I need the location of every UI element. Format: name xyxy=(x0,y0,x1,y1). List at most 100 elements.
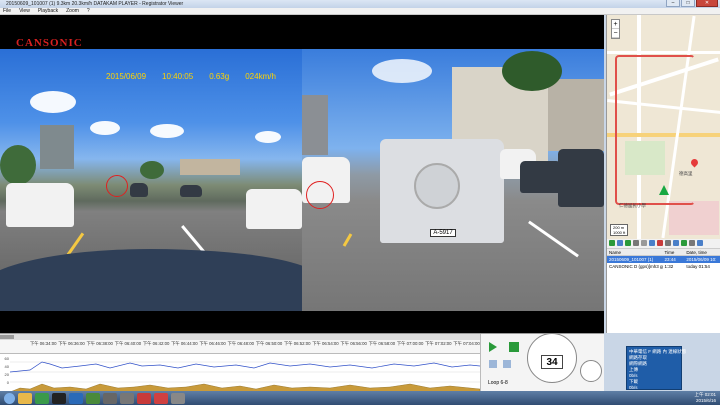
maximize-button[interactable]: □ xyxy=(681,0,695,7)
list-item[interactable]: 20150609_101007 (1) 23:44 2015/06/09 10: xyxy=(607,256,720,263)
overlay-gforce: 0.63g xyxy=(209,72,230,81)
refresh-icon[interactable] xyxy=(625,240,631,246)
menu-bar: File View Playback Zoom ? xyxy=(0,8,720,15)
menu-file[interactable]: File xyxy=(3,8,11,14)
dashboard xyxy=(0,249,302,311)
col-name[interactable]: Name xyxy=(607,249,663,255)
map-icon[interactable] xyxy=(673,240,679,246)
play-icon[interactable] xyxy=(489,342,497,352)
scroll-thumb[interactable] xyxy=(0,335,14,339)
time-tick: 下午 06:40:00 xyxy=(114,341,142,346)
cloud xyxy=(150,124,184,138)
item-date: 2015/06/09 10: xyxy=(686,257,717,262)
dark-car xyxy=(130,183,148,197)
scale-feet: 1000 ft xyxy=(613,230,626,235)
folder-icon[interactable] xyxy=(633,240,639,246)
time-tick: 下午 06:34:00 xyxy=(30,341,57,346)
system-clock[interactable]: 上午 02:01 2015/6/16 xyxy=(694,392,716,403)
map-panel[interactable]: + − 德高里 仁德國民小學 200 m 1000 ft xyxy=(606,15,720,239)
cloud xyxy=(255,131,281,143)
video-app-icon[interactable] xyxy=(154,392,168,404)
title-bar: 20150609_101007 (1) 9.3km 20.3km/h DATAK… xyxy=(0,0,720,8)
delete-icon[interactable] xyxy=(657,240,663,246)
timeline-ruler[interactable]: 下午 06:34:00 下午 06:36:00 下午 06:38:00 下午 06:4… xyxy=(0,334,480,354)
brand-logo: CANSONIC xyxy=(16,37,83,49)
item-date: today 01:54 xyxy=(686,264,710,269)
speed-readout: 34 xyxy=(541,355,563,369)
billboard xyxy=(40,125,74,169)
time-tick-labels: 下午 06:34:00 下午 06:36:00 下午 06:38:00 下午 06:4… xyxy=(30,341,480,347)
menu-help[interactable]: ? xyxy=(87,8,90,14)
front-camera-view[interactable] xyxy=(0,49,302,311)
zoom-out-button[interactable]: − xyxy=(612,29,619,38)
browser-icon[interactable] xyxy=(18,392,32,404)
col-time[interactable]: Time xyxy=(663,249,685,255)
export-icon[interactable] xyxy=(665,240,671,246)
rear-camera-view[interactable]: A-5917 xyxy=(302,49,604,311)
time-tick: 下午 06:46:00 xyxy=(199,341,226,346)
detection-circle xyxy=(306,181,334,209)
item-time: 23:44 xyxy=(664,257,676,262)
open-icon[interactable] xyxy=(617,240,623,246)
menu-zoom[interactable]: Zoom xyxy=(66,8,79,14)
next-icon[interactable] xyxy=(503,360,511,368)
copy-icon[interactable] xyxy=(641,240,647,246)
prev-icon[interactable] xyxy=(489,360,497,368)
info-icon[interactable] xyxy=(697,240,703,246)
zoom-in-button[interactable]: + xyxy=(612,20,619,29)
app-icon[interactable] xyxy=(52,392,66,404)
cloud xyxy=(372,59,432,83)
minimize-button[interactable]: – xyxy=(666,0,680,7)
gps-icon[interactable] xyxy=(681,240,687,246)
license-plate: A-5917 xyxy=(430,229,456,237)
add-icon[interactable] xyxy=(609,240,615,246)
list-header: Name Time Date, time xyxy=(607,249,720,256)
time-tick: 下午 06:54:00 xyxy=(312,341,339,346)
building xyxy=(180,159,240,175)
time-tick: 下午 07:02:00 xyxy=(425,341,452,346)
list-item[interactable]: CANSONIC D (gps)[mh3 gps] 1:32 today 01:… xyxy=(607,263,720,270)
settings-icon[interactable] xyxy=(689,240,695,246)
stop-icon[interactable] xyxy=(509,342,519,352)
time-tick: 下午 07:00:00 xyxy=(396,341,424,346)
time-tick: 下午 06:58:00 xyxy=(368,341,396,346)
map-label: 仁德國民小學 xyxy=(619,203,646,208)
dark-car xyxy=(558,149,604,207)
file-list-panel: Name Time Date, time 20150609_101007 (1)… xyxy=(606,239,720,333)
item-name: CANSONIC D (gps)[mh3 gps] xyxy=(609,264,663,269)
ie-icon[interactable] xyxy=(69,392,83,404)
chat-icon[interactable] xyxy=(35,392,49,404)
taskbar xyxy=(0,391,720,405)
timeline-panel[interactable]: 下午 06:34:00 下午 06:36:00 下午 06:38:00 下午 06:4… xyxy=(0,333,604,392)
start-icon[interactable] xyxy=(4,392,15,404)
close-button[interactable]: ✕ xyxy=(696,0,718,7)
dark-car xyxy=(520,161,562,193)
col-date[interactable]: Date, time xyxy=(684,249,720,255)
dark-car xyxy=(180,185,202,197)
overlay-speed: 024km/h xyxy=(245,72,276,81)
lane-line xyxy=(342,233,353,247)
current-position-icon xyxy=(659,185,669,195)
timeline-scrollbar[interactable] xyxy=(0,334,480,340)
clock-date: 2015/6/16 xyxy=(695,397,716,403)
time-tick: 下午 06:38:00 xyxy=(86,341,113,346)
map-road xyxy=(607,51,720,54)
white-car xyxy=(246,189,302,229)
compass-icon xyxy=(580,360,602,382)
app-icon[interactable] xyxy=(171,392,185,404)
menu-playback[interactable]: Playback xyxy=(38,8,58,14)
cloud xyxy=(90,121,120,135)
excel-icon[interactable] xyxy=(86,392,100,404)
menu-view[interactable]: View xyxy=(19,8,30,14)
app-icon[interactable] xyxy=(103,392,117,404)
overlay-date: 2015/06/09 xyxy=(106,72,147,81)
pdf-icon[interactable] xyxy=(137,392,151,404)
building xyxy=(548,79,604,151)
loop-label[interactable]: Loop 6-8 xyxy=(488,380,508,386)
video-area[interactable]: A-5917 CANSONIC 2015/06/09 10:40:05 0.63… xyxy=(0,15,604,333)
app-icon[interactable] xyxy=(120,392,134,404)
overlay-time: 10:40:05 xyxy=(162,72,194,81)
speed-graph[interactable] xyxy=(0,354,480,392)
window-controls: – □ ✕ xyxy=(666,0,718,7)
save-icon[interactable] xyxy=(649,240,655,246)
